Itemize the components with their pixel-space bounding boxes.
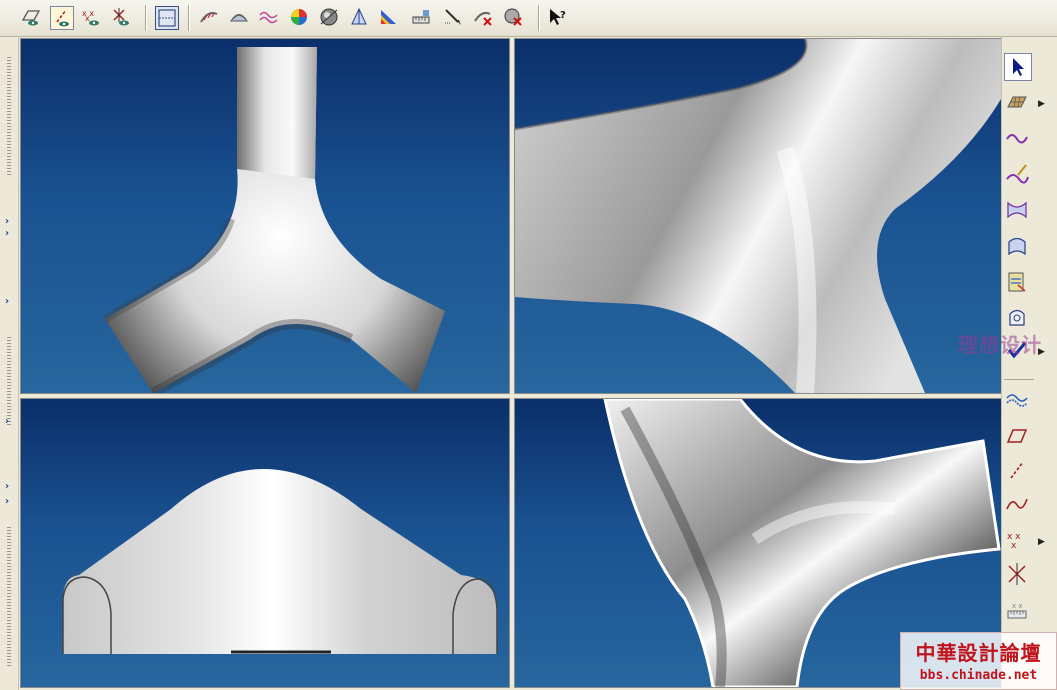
expand-arrow-icon[interactable]: › bbox=[5, 217, 9, 227]
color-map-icon[interactable] bbox=[288, 6, 312, 30]
select-arrow-icon[interactable] bbox=[1004, 53, 1032, 81]
more-arrow-icon[interactable]: ▶ bbox=[1038, 99, 1045, 109]
expand-arrow-icon[interactable]: › bbox=[5, 297, 9, 307]
line-icon[interactable] bbox=[1004, 457, 1032, 485]
viewport-top-right[interactable] bbox=[514, 38, 1002, 394]
ruler-measure-icon[interactable] bbox=[410, 6, 434, 30]
svg-text:?: ? bbox=[560, 10, 566, 21]
forum-watermark-title: 中華設計論壇 bbox=[915, 641, 1042, 665]
pen-measure-icon[interactable] bbox=[442, 6, 466, 30]
expand-arrow-icon[interactable]: › bbox=[5, 417, 9, 427]
viewport-top-left[interactable] bbox=[20, 38, 510, 394]
svg-text:x: x bbox=[85, 14, 90, 23]
surface-analysis-icon[interactable] bbox=[228, 6, 252, 30]
draft-analysis-icon[interactable] bbox=[348, 6, 372, 30]
loft-surface-icon[interactable] bbox=[1004, 197, 1032, 225]
axis-icon[interactable] bbox=[1004, 561, 1032, 589]
forum-watermark: 中華設計論壇 bbs.chinade.net bbox=[900, 632, 1057, 690]
delete-analysis-icon[interactable] bbox=[472, 6, 496, 30]
delete-sphere-icon[interactable] bbox=[502, 6, 526, 30]
watermark-text-top: 理想设计 bbox=[958, 333, 1042, 357]
rainbow-analysis-icon[interactable] bbox=[378, 6, 402, 30]
plane-icon[interactable] bbox=[1004, 423, 1032, 451]
forum-watermark-url: bbs.chinade.net bbox=[919, 668, 1038, 683]
surface-tools-panel: ▶ ▶ x xx ▶ x x bbox=[1001, 37, 1057, 690]
line-eye-icon[interactable] bbox=[50, 6, 74, 30]
plane-eye-icon[interactable] bbox=[20, 6, 44, 30]
blend-surface-icon[interactable] bbox=[1004, 269, 1032, 297]
expand-arrow-icon[interactable]: › bbox=[5, 482, 9, 492]
sweep-surface-icon[interactable] bbox=[1004, 233, 1032, 261]
curve-wave-icon[interactable] bbox=[258, 6, 282, 30]
surface-curvature-icon[interactable] bbox=[198, 6, 222, 30]
surface-patch-icon[interactable] bbox=[1004, 89, 1032, 117]
sketch-curve-icon[interactable] bbox=[1004, 161, 1032, 189]
more-arrow-icon[interactable]: ▶ bbox=[1038, 537, 1045, 547]
curve-icon[interactable] bbox=[1004, 125, 1032, 153]
points-eye-icon[interactable]: x xx bbox=[80, 6, 104, 30]
view-frame-icon[interactable] bbox=[155, 6, 179, 30]
shaded-sphere-icon[interactable] bbox=[318, 6, 342, 30]
panel-separator bbox=[1004, 379, 1034, 380]
viewport-bottom-left[interactable] bbox=[20, 398, 510, 688]
axis-eye-icon[interactable] bbox=[110, 6, 134, 30]
y-junction-front-view bbox=[62, 469, 498, 654]
ruler-icon[interactable]: x x bbox=[1004, 597, 1032, 625]
expand-arrow-icon[interactable]: › bbox=[5, 497, 9, 507]
spline-icon[interactable] bbox=[1004, 491, 1032, 519]
whats-this-help-icon[interactable]: ? bbox=[546, 6, 570, 30]
offset-curve-icon[interactable] bbox=[1004, 387, 1032, 415]
svg-text:x x: x x bbox=[1012, 602, 1023, 610]
analysis-toolbar: x xx ? bbox=[0, 0, 1057, 37]
points-icon[interactable]: x xx bbox=[1004, 527, 1032, 555]
y-junction-closeup-view bbox=[515, 39, 1001, 393]
svg-text:x: x bbox=[1011, 541, 1017, 551]
expand-arrow-icon[interactable]: › bbox=[5, 229, 9, 239]
left-dock-rail[interactable]: › › › › › › bbox=[0, 37, 19, 690]
y-junction-top-view bbox=[102, 47, 445, 393]
